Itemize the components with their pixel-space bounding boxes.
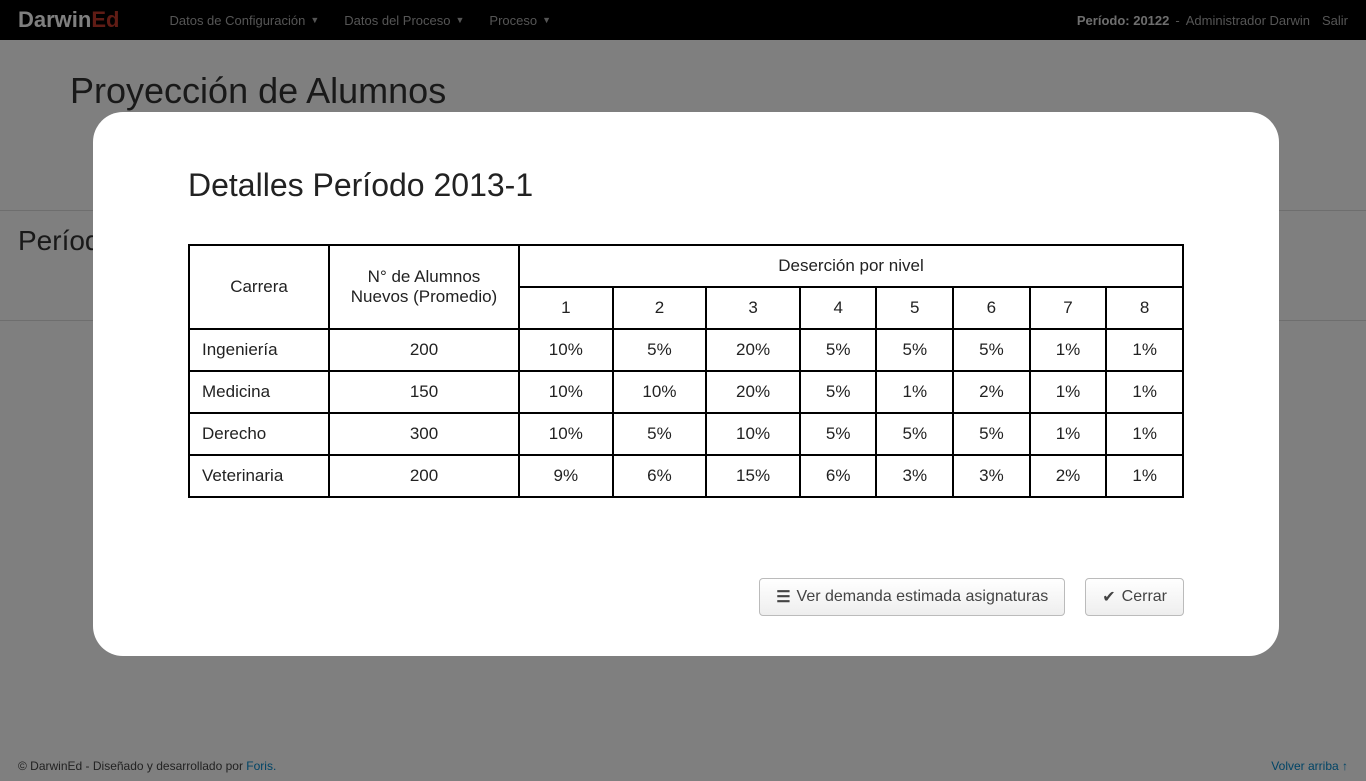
desercion-table: Carrera N° de Alumnos Nuevos (Promedio) … <box>188 244 1184 498</box>
level-col: 2 <box>613 287 707 329</box>
list-icon <box>776 587 790 607</box>
cell-desercion: 1% <box>1106 413 1183 455</box>
level-col: 1 <box>519 287 613 329</box>
cell-carrera: Veterinaria <box>189 455 329 497</box>
level-col: 7 <box>1030 287 1107 329</box>
cell-carrera: Derecho <box>189 413 329 455</box>
cell-desercion: 5% <box>800 329 877 371</box>
cell-desercion: 9% <box>519 455 613 497</box>
cell-desercion: 1% <box>876 371 953 413</box>
cell-carrera: Medicina <box>189 371 329 413</box>
cell-desercion: 10% <box>706 413 800 455</box>
table-row: Veterinaria2009%6%15%6%3%3%2%1% <box>189 455 1183 497</box>
cell-desercion: 2% <box>1030 455 1107 497</box>
cell-desercion: 6% <box>613 455 707 497</box>
cell-desercion: 15% <box>706 455 800 497</box>
cell-desercion: 1% <box>1106 455 1183 497</box>
cell-desercion: 5% <box>800 371 877 413</box>
cell-desercion: 5% <box>876 329 953 371</box>
cerrar-button[interactable]: Cerrar <box>1085 578 1184 616</box>
modal-detalles-periodo: Detalles Período 2013-1 Carrera N° de Al… <box>93 112 1279 656</box>
cell-desercion: 1% <box>1106 329 1183 371</box>
col-desercion: Deserción por nivel <box>519 245 1183 287</box>
cell-desercion: 5% <box>953 413 1030 455</box>
cell-carrera: Ingeniería <box>189 329 329 371</box>
cell-desercion: 5% <box>876 413 953 455</box>
cell-desercion: 1% <box>1030 329 1107 371</box>
table-row: Medicina15010%10%20%5%1%2%1%1% <box>189 371 1183 413</box>
cell-desercion: 3% <box>876 455 953 497</box>
cell-desercion: 2% <box>953 371 1030 413</box>
cell-desercion: 6% <box>800 455 877 497</box>
cell-nuevos: 300 <box>329 413 519 455</box>
button-label: Cerrar <box>1122 588 1167 606</box>
cell-desercion: 5% <box>613 329 707 371</box>
ver-demanda-button[interactable]: Ver demanda estimada asignaturas <box>759 578 1065 616</box>
cell-desercion: 10% <box>519 329 613 371</box>
cell-desercion: 3% <box>953 455 1030 497</box>
level-col: 4 <box>800 287 877 329</box>
level-col: 5 <box>876 287 953 329</box>
level-col: 3 <box>706 287 800 329</box>
cell-desercion: 20% <box>706 371 800 413</box>
check-icon <box>1102 587 1115 607</box>
button-label: Ver demanda estimada asignaturas <box>797 588 1049 606</box>
cell-desercion: 1% <box>1030 413 1107 455</box>
cell-nuevos: 150 <box>329 371 519 413</box>
modal-footer: Ver demanda estimada asignaturas Cerrar <box>188 578 1184 616</box>
cell-desercion: 1% <box>1106 371 1183 413</box>
cell-desercion: 10% <box>519 371 613 413</box>
cell-desercion: 5% <box>800 413 877 455</box>
col-carrera: Carrera <box>189 245 329 329</box>
cell-nuevos: 200 <box>329 329 519 371</box>
level-col: 6 <box>953 287 1030 329</box>
table-row: Ingeniería20010%5%20%5%5%5%1%1% <box>189 329 1183 371</box>
cell-desercion: 1% <box>1030 371 1107 413</box>
cell-desercion: 5% <box>953 329 1030 371</box>
col-nuevos: N° de Alumnos Nuevos (Promedio) <box>329 245 519 329</box>
level-col: 8 <box>1106 287 1183 329</box>
cell-desercion: 20% <box>706 329 800 371</box>
cell-desercion: 5% <box>613 413 707 455</box>
cell-nuevos: 200 <box>329 455 519 497</box>
cell-desercion: 10% <box>519 413 613 455</box>
cell-desercion: 10% <box>613 371 707 413</box>
table-row: Derecho30010%5%10%5%5%5%1%1% <box>189 413 1183 455</box>
modal-title: Detalles Período 2013-1 <box>188 167 1184 204</box>
